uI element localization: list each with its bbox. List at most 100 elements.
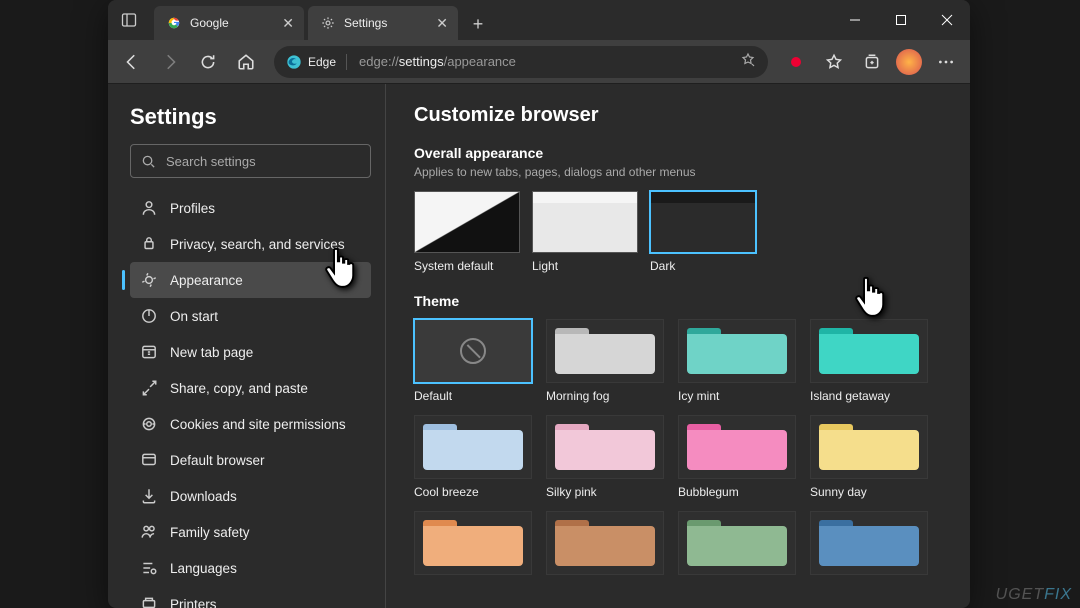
theme-option[interactable] xyxy=(678,511,796,575)
menu-button[interactable] xyxy=(928,44,964,80)
sidebar-item-label: Privacy, search, and services xyxy=(170,237,345,252)
no-theme-icon xyxy=(460,338,486,364)
nav-icon xyxy=(140,595,158,608)
profile-avatar[interactable] xyxy=(896,49,922,75)
tab-settings[interactable]: Settings ✕ xyxy=(308,6,458,40)
sidebar-item-new-tab-page[interactable]: New tab page xyxy=(130,334,371,370)
extension-icon[interactable] xyxy=(778,44,814,80)
theme-label: Sunny day xyxy=(810,485,928,499)
settings-sidebar: Settings Search settings Profiles Privacy… xyxy=(108,84,386,608)
theme-label: Silky pink xyxy=(546,485,664,499)
appearance-option-label: Dark xyxy=(650,259,756,273)
edge-icon xyxy=(286,54,302,70)
window-controls xyxy=(832,0,970,40)
page-title: Settings xyxy=(130,104,371,130)
new-tab-button[interactable]: + xyxy=(462,8,494,40)
favorites-button[interactable] xyxy=(816,44,852,80)
theme-option[interactable]: Default xyxy=(414,319,532,403)
theme-label: Default xyxy=(414,389,532,403)
nav-icon xyxy=(140,487,158,505)
section-title: Customize browser xyxy=(414,104,946,127)
address-bar[interactable]: Edge edge://settings/appearance xyxy=(274,46,768,78)
close-icon[interactable]: ✕ xyxy=(282,15,294,32)
sidebar-item-label: Appearance xyxy=(170,273,243,288)
browser-window: Google ✕ Settings ✕ + Edg xyxy=(108,0,970,608)
titlebar: Google ✕ Settings ✕ + xyxy=(108,0,970,40)
url-text: edge://settings/appearance xyxy=(359,54,516,69)
home-button[interactable] xyxy=(228,44,264,80)
sidebar-item-label: Cookies and site permissions xyxy=(170,417,346,432)
theme-label: Morning fog xyxy=(546,389,664,403)
appearance-option-label: Light xyxy=(532,259,638,273)
theme-option[interactable]: Sunny day xyxy=(810,415,928,499)
google-icon xyxy=(166,15,182,31)
nav-icon xyxy=(140,415,158,433)
settings-nav: Profiles Privacy, search, and services App… xyxy=(130,190,371,608)
sidebar-item-on-start[interactable]: On start xyxy=(130,298,371,334)
reading-mode-icon[interactable] xyxy=(740,52,756,71)
theme-option[interactable]: Silky pink xyxy=(546,415,664,499)
content-area: Settings Search settings Profiles Privacy… xyxy=(108,84,970,608)
overall-appearance-sub: Applies to new tabs, pages, dialogs and … xyxy=(414,165,946,179)
sidebar-item-label: On start xyxy=(170,309,218,324)
sidebar-item-label: Downloads xyxy=(170,489,237,504)
nav-icon xyxy=(140,199,158,217)
forward-button[interactable] xyxy=(152,44,188,80)
theme-label: Bubblegum xyxy=(678,485,796,499)
sidebar-item-label: Family safety xyxy=(170,525,250,540)
sidebar-item-label: New tab page xyxy=(170,345,253,360)
sidebar-item-appearance[interactable]: Appearance xyxy=(130,262,371,298)
theme-option[interactable]: Bubblegum xyxy=(678,415,796,499)
sidebar-item-privacy-search-and-services[interactable]: Privacy, search, and services xyxy=(130,226,371,262)
theme-label: Icy mint xyxy=(678,389,796,403)
nav-icon xyxy=(140,379,158,397)
appearance-option-sys[interactable]: System default xyxy=(414,191,520,273)
theme-option[interactable]: Island getaway xyxy=(810,319,928,403)
refresh-button[interactable] xyxy=(190,44,226,80)
theme-grid: Default Morning fog Icy mint Island getaway… xyxy=(414,319,946,575)
appearance-options: System default Light Dark xyxy=(414,191,946,273)
theme-option[interactable] xyxy=(414,511,532,575)
search-icon xyxy=(141,154,156,169)
toolbar: Edge edge://settings/appearance xyxy=(108,40,970,84)
appearance-option-label: System default xyxy=(414,259,520,273)
nav-icon xyxy=(140,559,158,577)
tab-label: Google xyxy=(190,16,229,30)
appearance-option-light[interactable]: Light xyxy=(532,191,638,273)
site-identity: Edge xyxy=(286,54,351,70)
sidebar-item-profiles[interactable]: Profiles xyxy=(130,190,371,226)
sidebar-item-label: Profiles xyxy=(170,201,215,216)
tab-strip: Google ✕ Settings ✕ + xyxy=(150,0,832,40)
sidebar-item-family-safety[interactable]: Family safety xyxy=(130,514,371,550)
theme-option[interactable]: Morning fog xyxy=(546,319,664,403)
theme-option[interactable] xyxy=(546,511,664,575)
nav-icon xyxy=(140,343,158,361)
theme-option[interactable]: Icy mint xyxy=(678,319,796,403)
sidebar-item-share-copy-and-paste[interactable]: Share, copy, and paste xyxy=(130,370,371,406)
sidebar-item-label: Default browser xyxy=(170,453,265,468)
sidebar-item-label: Languages xyxy=(170,561,237,576)
nav-icon xyxy=(140,523,158,541)
theme-option[interactable]: Cool breeze xyxy=(414,415,532,499)
close-button[interactable] xyxy=(924,0,970,40)
maximize-button[interactable] xyxy=(878,0,924,40)
back-button[interactable] xyxy=(114,44,150,80)
sidebar-item-label: Share, copy, and paste xyxy=(170,381,308,396)
gear-icon xyxy=(320,15,336,31)
search-input[interactable]: Search settings xyxy=(130,144,371,178)
watermark: UGETFIX xyxy=(996,586,1072,604)
sidebar-item-printers[interactable]: Printers xyxy=(130,586,371,608)
sidebar-item-downloads[interactable]: Downloads xyxy=(130,478,371,514)
theme-option[interactable] xyxy=(810,511,928,575)
close-icon[interactable]: ✕ xyxy=(436,15,448,32)
minimize-button[interactable] xyxy=(832,0,878,40)
sidebar-item-label: Printers xyxy=(170,597,217,608)
tab-actions-icon[interactable] xyxy=(108,0,150,40)
sidebar-item-cookies-and-site-permissions[interactable]: Cookies and site permissions xyxy=(130,406,371,442)
theme-label: Island getaway xyxy=(810,389,928,403)
appearance-option-dark[interactable]: Dark xyxy=(650,191,756,273)
collections-button[interactable] xyxy=(854,44,890,80)
sidebar-item-languages[interactable]: Languages xyxy=(130,550,371,586)
tab-google[interactable]: Google ✕ xyxy=(154,6,304,40)
sidebar-item-default-browser[interactable]: Default browser xyxy=(130,442,371,478)
